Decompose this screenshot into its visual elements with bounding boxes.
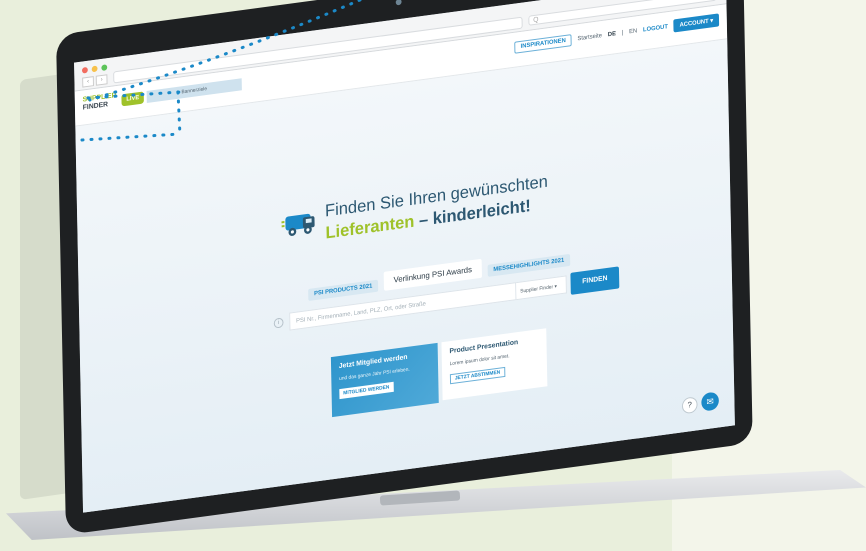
chevron-down-icon: ▾ — [710, 18, 714, 25]
live-badge: LIVE — [121, 91, 145, 107]
lang-separator: | — [621, 29, 624, 36]
lang-de-link[interactable]: DE — [608, 31, 616, 38]
help-icon[interactable]: ? — [681, 396, 698, 415]
minimize-window-button[interactable] — [91, 65, 98, 73]
member-button[interactable]: MITGLIED WERDEN — [339, 381, 394, 400]
maximize-window-button[interactable] — [101, 64, 108, 72]
inspirations-button[interactable]: INSPIRATIONEN — [514, 33, 572, 54]
product-card: Product Presentation Lorem ipsum dolor s… — [441, 328, 548, 401]
search-type-select[interactable]: Supplier Finder ▾ — [516, 275, 567, 301]
browser-window: ‹ › Q SUPPLIER FINDER LIVE Bannerziele I… — [74, 0, 735, 513]
close-window-button[interactable] — [81, 66, 88, 74]
back-arrow-icon[interactable]: ‹ — [82, 76, 94, 88]
account-button[interactable]: ACCOUNT ▾ — [673, 13, 720, 33]
member-card: Jetzt Mitglied werden und das ganze Jahr… — [330, 342, 439, 418]
tab-psi-products[interactable]: PSI PRODUCTS 2021 — [308, 279, 379, 301]
supplier-finder-logo[interactable]: SUPPLIER FINDER — [83, 92, 117, 113]
vote-button[interactable]: JETZT ABSTIMMEN — [449, 366, 506, 385]
select-value: Supplier Finder — [520, 284, 554, 295]
start-link[interactable]: Startseite — [577, 33, 602, 42]
logout-link[interactable]: LOGOUT — [643, 24, 668, 33]
info-icon[interactable]: i — [273, 317, 284, 329]
browser-nav: ‹ › — [82, 74, 108, 88]
delivery-truck-icon — [281, 213, 315, 236]
banner-tab[interactable]: Bannerziele — [146, 78, 242, 104]
forward-arrow-icon[interactable]: › — [95, 74, 108, 86]
chevron-down-icon: ▾ — [554, 283, 557, 291]
laptop-screen: ‹ › Q SUPPLIER FINDER LIVE Bannerziele I… — [56, 0, 753, 535]
lang-en-link[interactable]: EN — [629, 28, 637, 35]
chat-icon[interactable]: ✉ — [701, 391, 720, 412]
search-button[interactable]: FINDEN — [570, 266, 620, 295]
window-controls — [81, 64, 108, 74]
account-label: ACCOUNT — [679, 18, 709, 29]
